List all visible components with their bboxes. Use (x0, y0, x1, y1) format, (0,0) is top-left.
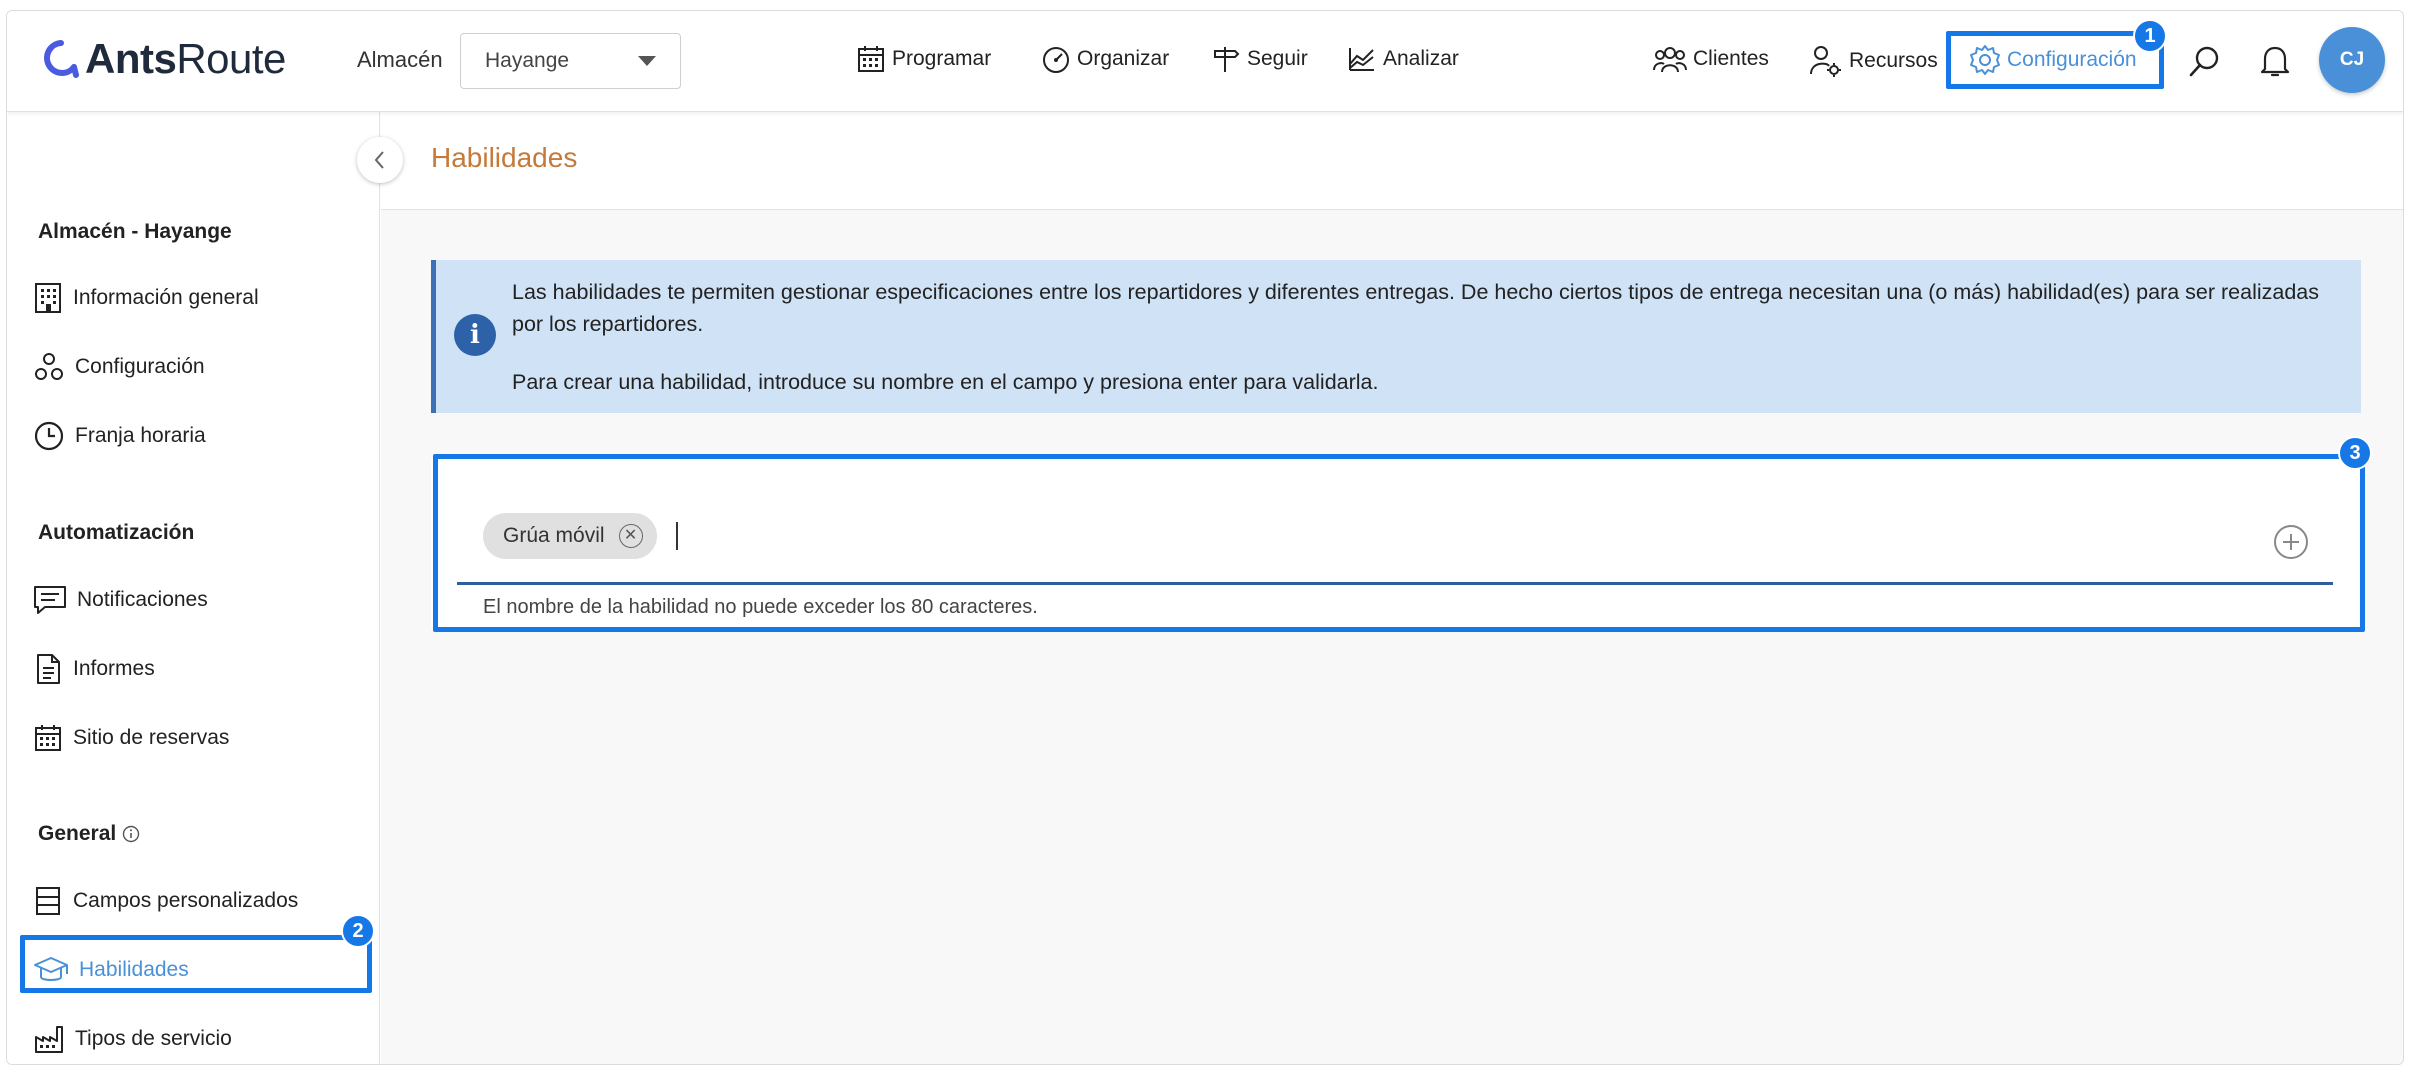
notifications-button[interactable] (2253, 39, 2297, 83)
highlight-box-skills-card (433, 454, 2365, 632)
logo-text: AntsRoute (85, 35, 286, 82)
calendar-icon (858, 46, 884, 72)
annotation-badge-1: 1 (2133, 19, 2167, 53)
app-window: AntsRoute Almacén Hayange Programar Orga… (6, 10, 2404, 1065)
bell-icon (2260, 46, 2290, 77)
nav-clientes-label: Clientes (1693, 47, 1769, 70)
chevron-left-icon (374, 151, 384, 169)
section-title-general-label: General (38, 822, 117, 845)
nav-programar-label: Programar (892, 47, 992, 70)
antsroute-logo[interactable]: AntsRoute (43, 33, 286, 85)
nav-recursos[interactable]: Recursos (1809, 44, 1938, 78)
sidebar-item-configuracion[interactable]: Configuración (33, 347, 205, 387)
nav-programar[interactable]: Programar (856, 44, 991, 74)
sidebar-item-label: Información general (73, 286, 259, 309)
info-text-2: Para crear una habilidad, introduce su n… (512, 370, 1379, 394)
sidebar-item-label: Tipos de servicio (75, 1027, 232, 1050)
search-button[interactable] (2183, 39, 2227, 83)
signpost-icon (1214, 47, 1240, 72)
search-icon (2189, 46, 2219, 77)
sidebar-item-franja-horaria[interactable]: Franja horaria (33, 416, 206, 456)
factory-icon (35, 1026, 63, 1053)
main-content: Habilidades i Las habilidades te permite… (381, 112, 2403, 1064)
cogs-icon (35, 353, 63, 380)
message-icon (34, 586, 66, 614)
user-gear-icon (1810, 46, 1841, 77)
collapse-sidebar-button[interactable] (357, 137, 403, 183)
sidebar-item-informacion-general[interactable]: Información general (33, 278, 259, 318)
sidebar: Almacén - Hayange Información general Co… (7, 112, 380, 1064)
info-text-1: Las habilidades te permiten gestionar es… (512, 280, 2320, 336)
warehouse-label: Almacén (357, 47, 443, 72)
annotation-badge-3: 3 (2338, 436, 2372, 470)
sidebar-item-label: Campos personalizados (73, 889, 299, 912)
nav-analizar[interactable]: Analizar (1347, 44, 1459, 74)
sidebar-item-notificaciones[interactable]: Notificaciones (33, 580, 208, 620)
sidebar-item-informes[interactable]: Informes (33, 649, 155, 689)
building-icon (35, 283, 61, 313)
info-icon: i (454, 314, 496, 356)
nav-organizar[interactable]: Organizar (1041, 44, 1169, 74)
sidebar-item-tipos-de-servicio[interactable]: Tipos de servicio (33, 1019, 232, 1059)
highlight-box-configuracion (1946, 31, 2164, 89)
clock-icon (34, 421, 64, 451)
speedometer-icon (1043, 47, 1069, 73)
nav-clientes[interactable]: Clientes (1653, 44, 1769, 74)
annotation-badge-2: 2 (341, 914, 375, 948)
list-fields-icon (36, 887, 60, 915)
chevron-down-icon (638, 56, 656, 66)
sidebar-item-label: Sitio de reservas (73, 726, 230, 749)
page-title: Habilidades (431, 142, 578, 173)
highlight-box-habilidades (20, 935, 372, 993)
logo-icon (44, 40, 79, 78)
sidebar-item-label: Franja horaria (75, 424, 206, 447)
sidebar-item-sitio-de-reservas[interactable]: Sitio de reservas (33, 718, 229, 758)
info-banner: i Las habilidades te permiten gestionar … (431, 260, 2361, 413)
section-title-automation: Automatización (38, 521, 195, 544)
nav-organizar-label: Organizar (1077, 47, 1170, 70)
top-bar: AntsRoute Almacén Hayange Programar Orga… (7, 11, 2403, 112)
document-icon (37, 654, 60, 684)
nav-recursos-label: Recursos (1849, 49, 1938, 72)
section-title-warehouse: Almacén - Hayange (38, 220, 232, 243)
sidebar-item-campos-personalizados[interactable]: Campos personalizados (33, 881, 298, 921)
avatar[interactable]: CJ (2319, 27, 2385, 93)
warehouse-select-value: Hayange (485, 49, 570, 72)
nav-seguir[interactable]: Seguir (1211, 44, 1308, 74)
info-circle-icon[interactable] (122, 825, 140, 843)
calendar-icon (35, 725, 61, 751)
nav-seguir-label: Seguir (1247, 47, 1308, 70)
users-icon (1653, 47, 1687, 73)
section-title-general: General (38, 822, 140, 846)
nav-analizar-label: Analizar (1383, 47, 1459, 70)
warehouse-select[interactable]: Hayange (460, 33, 681, 89)
chart-icon (1349, 48, 1374, 71)
page-header: Habilidades (381, 112, 2403, 210)
sidebar-item-label: Notificaciones (77, 588, 208, 611)
sidebar-item-label: Configuración (75, 355, 205, 378)
sidebar-item-label: Informes (73, 657, 155, 680)
